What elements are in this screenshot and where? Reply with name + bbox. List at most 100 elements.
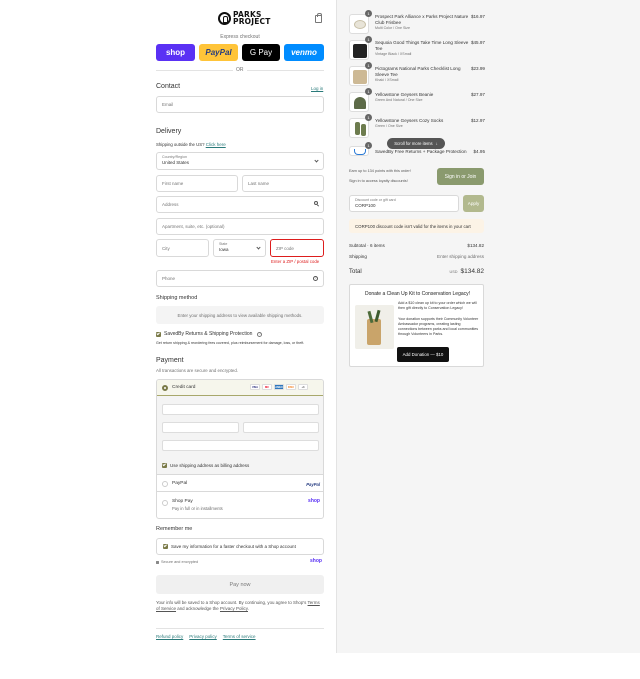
remember-me-box[interactable]: Save my information for a faster checkou…	[156, 538, 324, 555]
billing-same-checkbox[interactable]	[162, 463, 167, 468]
country-label: Country/Region	[162, 155, 187, 159]
last-name-field[interactable]: Last name	[242, 175, 324, 192]
state-label: State	[219, 242, 228, 246]
item-variant: Green And Natural / One Size	[375, 98, 423, 102]
chevron-down-icon	[314, 158, 319, 163]
first-name-field[interactable]: First name	[156, 175, 238, 192]
email-field[interactable]: Email	[156, 96, 324, 113]
item-variant: Multi Color / One Size	[375, 26, 410, 30]
item-price: $23.99	[470, 66, 485, 71]
total-value: $134.82	[460, 268, 485, 275]
card-security-code-input[interactable]	[243, 422, 319, 433]
shipping-label: Shipping	[349, 254, 367, 259]
item-variant: Khaki / XSmall	[375, 78, 399, 82]
google-pay-express-button[interactable]: G Pay	[242, 44, 280, 61]
logo-icon	[218, 12, 231, 25]
shop-pay-subtext: Pay in full or in installments	[172, 506, 223, 511]
shipping-method-placeholder: Enter your shipping address to view avai…	[156, 306, 324, 324]
quantity-badge: 1	[365, 10, 372, 17]
paypal-option[interactable]: PayPal PayPal	[157, 476, 323, 492]
chevron-down-icon	[256, 245, 261, 250]
discover-icon: DISC	[286, 384, 296, 390]
subtotal-value: $134.82	[467, 243, 484, 248]
card-expiry-input[interactable]	[162, 422, 239, 433]
footer-links: Refund policy Privacy policy Terms of se…	[156, 634, 256, 639]
zip-error-message: Enter a ZIP / postal code	[271, 259, 320, 264]
shop-pay-logo: shop	[308, 498, 320, 504]
shop-pay-option[interactable]: Shop Pay Pay in full or in installments …	[157, 493, 323, 518]
item-name: SavedBy Free Returns + Package Protectio…	[375, 149, 467, 154]
state-value: Iowa	[219, 247, 229, 252]
state-select[interactable]: State Iowa	[213, 239, 266, 257]
shop-pay-express-button[interactable]: shop	[156, 44, 195, 61]
beanie-thumbnail	[349, 92, 369, 112]
discount-code-input[interactable]: Discount code or gift card CORP100	[349, 195, 459, 212]
more-cards-icon: +3	[298, 384, 308, 390]
protection-checkbox-row[interactable]: SavedBy Returns & Shipping Protection ?	[156, 331, 263, 337]
total-row: Total USD $134.82	[349, 268, 484, 275]
quantity-badge: 1	[365, 114, 372, 121]
click-here-link[interactable]: Click here	[206, 142, 226, 147]
add-donation-button[interactable]: Add Donation — $10	[397, 347, 449, 362]
express-checkout-label: Express checkout	[220, 34, 260, 40]
zip-field[interactable]: ZIP code	[270, 239, 324, 257]
amex-icon: AMEX	[274, 384, 284, 390]
donation-text-1: Add a $10 clean up kit to your order whi…	[398, 301, 477, 310]
quantity-badge: 1	[365, 62, 372, 69]
subtotal-row: Subtotal · 6 items $134.82	[349, 243, 484, 248]
shipping-value: Enter shipping address	[437, 254, 484, 259]
remember-me-label: Save my information for a faster checkou…	[171, 544, 296, 549]
privacy-policy-link[interactable]: Privacy policy	[189, 634, 217, 639]
credit-card-option[interactable]: Credit card VISA MC AMEX DISC +3	[157, 380, 323, 396]
venmo-express-button[interactable]: venmo	[284, 44, 324, 61]
payment-heading: Payment	[156, 357, 184, 364]
card-number-input[interactable]	[162, 404, 319, 415]
apartment-field[interactable]: Apartment, suite, etc. (optional)	[156, 218, 324, 235]
phone-field[interactable]: Phone ?	[156, 270, 324, 287]
login-link[interactable]: Log in	[311, 86, 323, 91]
credit-card-form: Use shipping address as billing address	[157, 396, 323, 475]
card-brand-icons: VISA MC AMEX DISC +3	[250, 384, 308, 390]
shop-pay-radio[interactable]	[162, 500, 168, 506]
logo-text-project: PROJECT	[233, 16, 271, 26]
terms-of-service-link[interactable]: Terms of service	[223, 634, 256, 639]
shop-pay-label: Shop Pay	[172, 499, 193, 504]
scroll-for-more-button[interactable]: Scroll for more items ↓	[387, 138, 445, 149]
discount-error-banner: CORP100 discount code isn't valid for th…	[349, 219, 484, 233]
item-name: Prospect Park Alliance x Parks Project N…	[375, 14, 469, 25]
secure-row: Secure and encrypted	[156, 560, 198, 564]
checkout-form-column: PARKS PROJECT Express checkout shop PayP…	[0, 0, 336, 653]
shopping-bag-icon[interactable]	[315, 13, 322, 23]
shipping-outside-us: Shipping outside the US? Click here	[156, 142, 226, 147]
privacy-link[interactable]: Privacy Policy	[220, 606, 248, 611]
donation-title: Donate a Clean Up Kit to Conservation Le…	[364, 291, 471, 297]
card-name-input[interactable]	[162, 440, 319, 451]
protection-checkbox[interactable]	[156, 331, 161, 337]
pay-now-button[interactable]: Pay now	[156, 575, 324, 594]
apply-discount-button[interactable]: Apply	[463, 195, 484, 212]
paypal-label: PayPal	[172, 481, 188, 486]
frisbee-thumbnail	[349, 14, 369, 34]
order-item: 1 Sequoia Good Things Take Time Long Sle…	[349, 36, 485, 64]
paypal-logo: PayPal	[306, 482, 320, 487]
help-icon[interactable]: ?	[313, 276, 318, 281]
paypal-express-button[interactable]: PayPal	[199, 44, 238, 61]
billing-same-row[interactable]: Use shipping address as billing address	[162, 463, 249, 468]
paypal-radio[interactable]	[162, 481, 168, 487]
city-field[interactable]: City	[156, 239, 209, 257]
visa-icon: VISA	[250, 384, 260, 390]
country-value: United States	[162, 160, 190, 165]
black-tee-thumbnail	[349, 40, 369, 60]
info-icon[interactable]: ?	[257, 331, 263, 337]
credit-card-radio[interactable]	[162, 385, 168, 391]
address-field[interactable]: Address	[156, 196, 324, 213]
lock-icon	[156, 560, 159, 564]
khaki-tee-thumbnail	[349, 66, 369, 86]
sign-in-or-join-button[interactable]: Sign in or Join	[437, 168, 484, 185]
order-item: 1 Prospect Park Alliance x Parks Project…	[349, 10, 485, 38]
parks-project-logo[interactable]: PARKS PROJECT	[218, 11, 271, 26]
refund-policy-link[interactable]: Refund policy	[156, 634, 183, 639]
shop-logo: shop	[310, 558, 322, 564]
country-select[interactable]: Country/Region United States	[156, 152, 324, 170]
remember-me-checkbox[interactable]	[163, 544, 168, 549]
